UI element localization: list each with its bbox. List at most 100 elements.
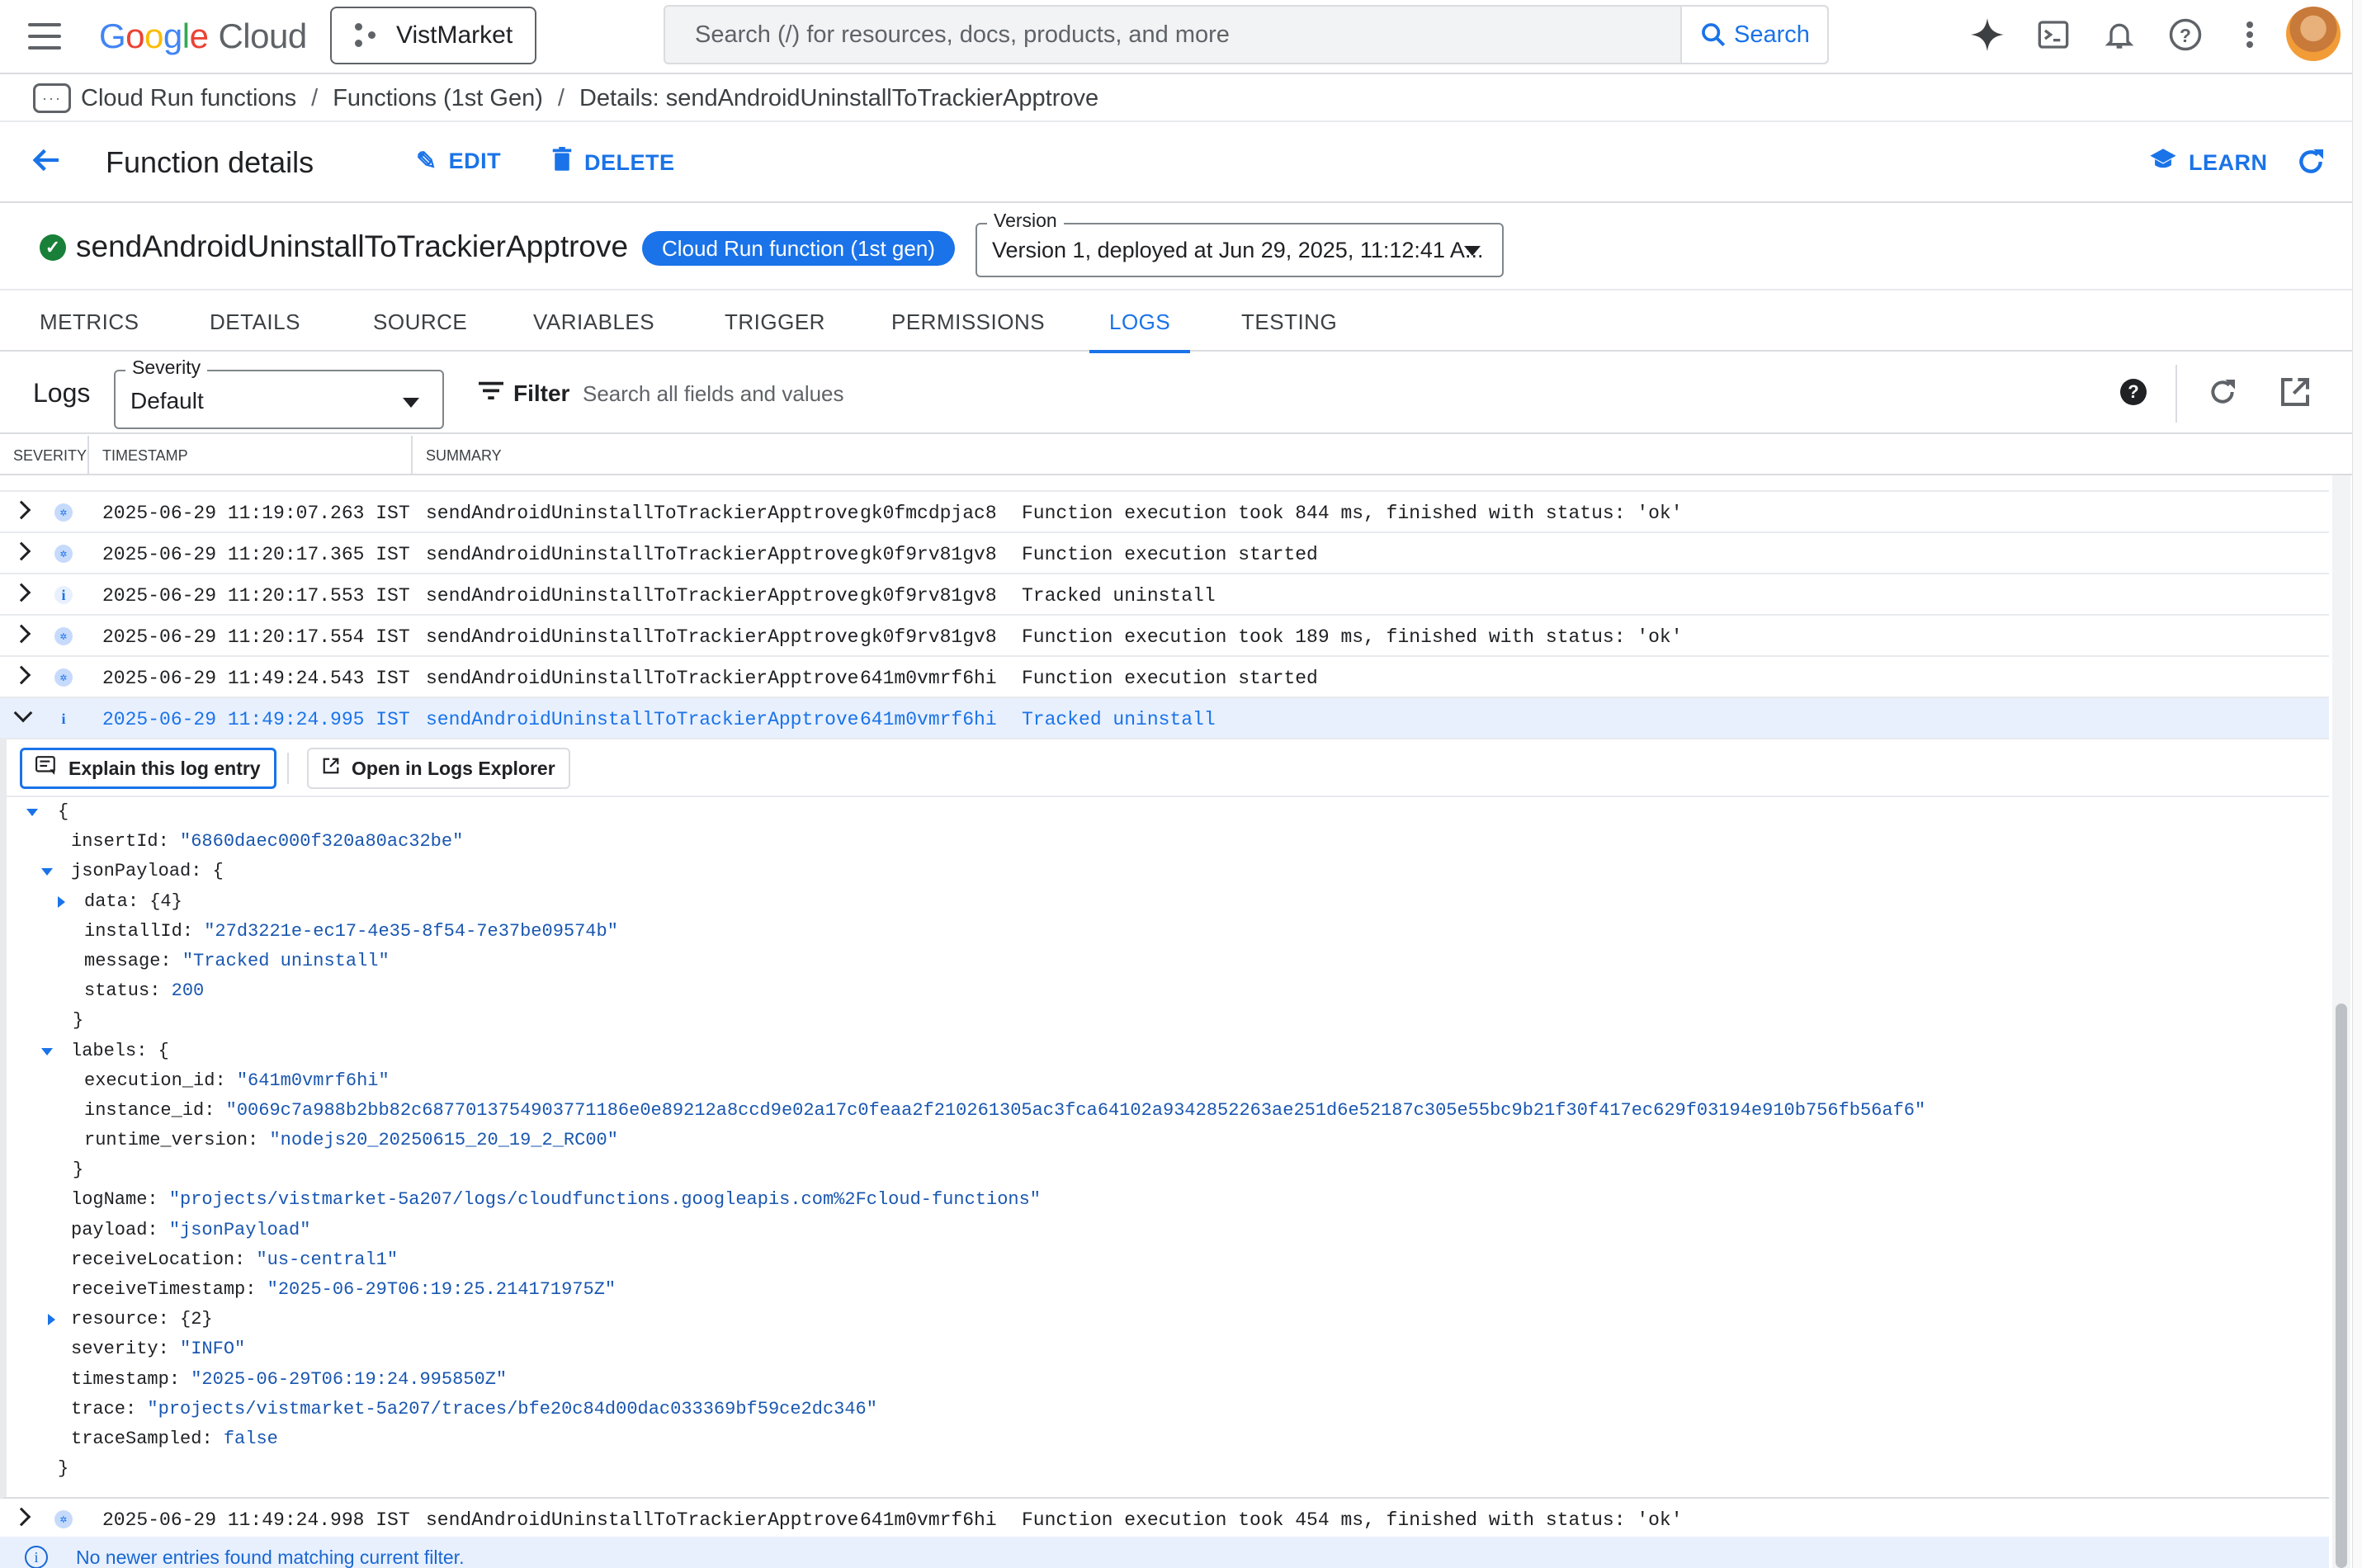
help-icon[interactable]: ? xyxy=(2164,13,2207,56)
learn-button[interactable]: LEARN xyxy=(2149,147,2268,178)
google-cloud-logo[interactable]: Google Cloud xyxy=(99,13,307,59)
debug-severity-icon: ✲ xyxy=(54,503,73,522)
logs-table-body: ✲ 2025-06-29 11:19:07.263 IST sendAndroi… xyxy=(0,475,2329,1540)
function-type-chip: Cloud Run function (1st gen) xyxy=(642,231,955,266)
tab-details[interactable]: DETAILS xyxy=(210,292,300,352)
scrollbar-thumb[interactable] xyxy=(2336,1004,2347,1568)
json-line-labels[interactable]: labels: { xyxy=(7,1037,2329,1066)
json-payload-tree: { insertId: "6860daec000f320a80ac32be" j… xyxy=(7,797,2329,1484)
bell-icon[interactable] xyxy=(2098,13,2141,56)
refresh-icon[interactable] xyxy=(2294,145,2327,182)
breadcrumb-item-functions-1st-gen[interactable]: Functions (1st Gen) xyxy=(333,85,543,112)
filter-button[interactable]: Filter xyxy=(479,380,569,408)
json-line-execution-id: execution_id: "641m0vmrf6hi" xyxy=(84,1070,390,1091)
table-row[interactable]: ✲ 2025-06-29 11:19:07.263 IST sendAndroi… xyxy=(0,492,2329,533)
column-timestamp[interactable]: TIMESTAMP xyxy=(102,447,188,465)
page-scrollbar[interactable] xyxy=(2352,0,2362,1568)
json-line-resource[interactable]: resource: {2} xyxy=(7,1305,2329,1334)
search-button[interactable]: Search xyxy=(1680,7,1827,63)
json-line-jsonpayload[interactable]: jsonPayload: { xyxy=(7,857,2329,886)
refresh-logs-icon[interactable] xyxy=(2202,371,2243,413)
column-severity[interactable]: SEVERITY xyxy=(13,447,87,465)
back-arrow-icon[interactable] xyxy=(30,144,63,185)
tab-logs[interactable]: LOGS xyxy=(1089,292,1191,353)
trash-icon xyxy=(551,147,573,178)
expand-icon[interactable] xyxy=(12,624,31,644)
expand-icon[interactable] xyxy=(12,541,31,561)
explain-icon xyxy=(35,755,57,782)
expand-icon[interactable] xyxy=(12,1507,31,1527)
help-icon[interactable]: ? xyxy=(2113,371,2154,413)
column-summary[interactable]: SUMMARY xyxy=(426,447,502,465)
severity-select[interactable]: Severity Default xyxy=(114,357,444,429)
table-row[interactable]: ✲ 2025-06-29 11:49:24.543 IST sendAndroi… xyxy=(0,657,2329,698)
table-row-selected[interactable]: i 2025-06-29 11:49:24.995 IST sendAndroi… xyxy=(0,698,2329,739)
table-row[interactable]: ✲ 2025-06-29 11:20:17.554 IST sendAndroi… xyxy=(0,616,2329,657)
logs-title: Logs xyxy=(33,378,91,408)
debug-severity-icon: ✲ xyxy=(54,627,73,645)
check-circle-icon: ✓ xyxy=(40,234,66,261)
menu-icon[interactable] xyxy=(28,23,61,51)
page-header: Function details ✎ EDIT DELETE LEARN xyxy=(0,124,2362,203)
expand-icon[interactable] xyxy=(12,665,31,685)
json-line-insertid: insertId: "6860daec000f320a80ac32be" xyxy=(71,831,464,852)
logs-toolbar: Logs Severity Default Filter Search all … xyxy=(0,353,2362,434)
json-line-tracesampled: traceSampled: false xyxy=(71,1428,278,1449)
function-name: sendAndroidUninstallToTrackierApptrove xyxy=(76,229,629,263)
external-link-icon[interactable] xyxy=(2275,371,2316,413)
dropdown-caret-icon xyxy=(403,398,419,408)
severity-value: Default xyxy=(130,388,204,413)
function-summary: ✓ sendAndroidUninstallToTrackierApptrove… xyxy=(0,205,2362,290)
collapse-icon[interactable] xyxy=(13,703,33,723)
json-line-receivetimestamp: receiveTimestamp: "2025-06-29T06:19:25.2… xyxy=(71,1279,616,1300)
info-icon: i xyxy=(25,1546,48,1568)
logo-google-text: Google xyxy=(99,17,209,55)
json-line-payload: payload: "jsonPayload" xyxy=(71,1219,311,1240)
logo-cloud-text: Cloud xyxy=(218,17,307,55)
debug-severity-icon: ✲ xyxy=(54,545,73,563)
logs-search-input[interactable]: Search all fields and values xyxy=(583,381,844,407)
avatar[interactable] xyxy=(2286,7,2341,61)
tab-variables[interactable]: VARIABLES xyxy=(533,292,654,352)
table-row[interactable]: ✲ 2025-06-29 11:20:17.365 IST sendAndroi… xyxy=(0,533,2329,574)
tab-source[interactable]: SOURCE xyxy=(373,292,467,352)
global-search[interactable]: Search (/) for resources, docs, products… xyxy=(664,5,1829,64)
edit-button[interactable]: ✎ EDIT xyxy=(416,147,501,176)
open-in-logs-explorer-button[interactable]: Open in Logs Explorer xyxy=(307,748,570,789)
more-icon[interactable] xyxy=(2228,13,2271,56)
top-bar: Google Cloud VistMarket Search (/) for r… xyxy=(0,0,2362,74)
project-name: VistMarket xyxy=(396,21,513,49)
search-input[interactable]: Search (/) for resources, docs, products… xyxy=(665,21,1680,49)
external-link-icon xyxy=(322,757,340,781)
logs-scrollbar[interactable] xyxy=(2332,475,2350,1568)
json-root[interactable]: { xyxy=(7,797,2329,827)
json-line-runtime-version: runtime_version: "nodejs20_20250615_20_1… xyxy=(84,1130,618,1151)
tab-permissions[interactable]: PERMISSIONS xyxy=(891,292,1045,352)
tab-metrics[interactable]: METRICS xyxy=(40,292,139,352)
tab-trigger[interactable]: TRIGGER xyxy=(725,292,825,352)
breadcrumb-item-cloud-run-functions[interactable]: Cloud Run functions xyxy=(81,85,296,112)
json-line-installid: installId: "27d3221e-ec17-4e35-8f54-7e37… xyxy=(84,920,618,942)
delete-button[interactable]: DELETE xyxy=(551,147,675,178)
json-line-receivelocation: receiveLocation: "us-central1" xyxy=(71,1249,399,1270)
search-icon xyxy=(1702,23,1726,47)
page-title: Function details xyxy=(106,145,314,179)
filter-icon xyxy=(479,380,503,408)
gemini-icon[interactable] xyxy=(1966,13,2009,56)
breadcrumb-item-details: Details: sendAndroidUninstallToTrackierA… xyxy=(579,84,1099,111)
terminal-icon[interactable] xyxy=(2032,13,2075,56)
expand-icon[interactable] xyxy=(12,583,31,602)
project-picker-button[interactable]: VistMarket xyxy=(330,7,536,64)
json-line-severity: severity: "INFO" xyxy=(71,1339,246,1360)
debug-severity-icon: ✲ xyxy=(54,1510,73,1528)
pencil-icon: ✎ xyxy=(416,148,437,175)
version-select[interactable]: Version Version 1, deployed at Jun 29, 2… xyxy=(976,210,1504,277)
explain-log-entry-button[interactable]: Explain this log entry xyxy=(20,748,276,789)
json-line-data[interactable]: data: {4} xyxy=(7,887,2329,917)
tab-testing[interactable]: TESTING xyxy=(1241,292,1337,352)
table-row[interactable]: ✲ 2025-06-29 11:49:24.998 IST sendAndroi… xyxy=(0,1499,2329,1540)
tab-bar: METRICS DETAILS SOURCE VARIABLES TRIGGER… xyxy=(0,292,2362,353)
expand-icon[interactable] xyxy=(12,500,31,520)
json-line-timestamp: timestamp: "2025-06-29T06:19:24.995850Z" xyxy=(71,1368,508,1390)
table-row[interactable]: i 2025-06-29 11:20:17.553 IST sendAndroi… xyxy=(0,574,2329,616)
